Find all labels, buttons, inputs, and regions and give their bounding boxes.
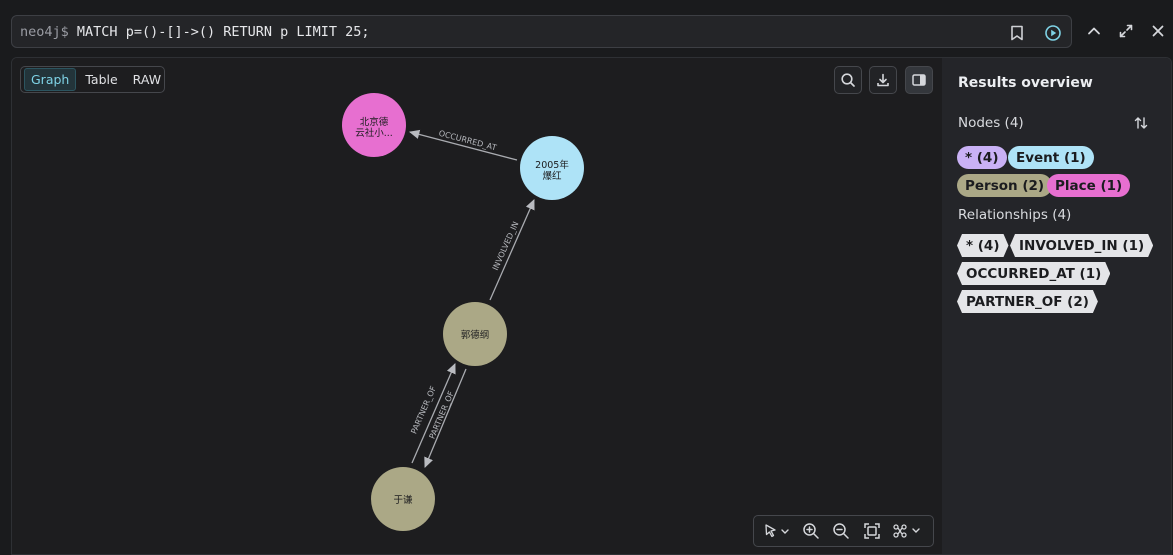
search-button[interactable]	[834, 66, 862, 94]
query-prompt: neo4j$	[20, 24, 69, 40]
rel-chip-all[interactable]: * (4)	[957, 234, 1009, 257]
node-label-line1: 2005年	[535, 159, 569, 171]
rel-label-occurred-at: OCCURRED_AT	[438, 129, 498, 153]
node-chip-person[interactable]: Person (2)	[957, 174, 1053, 197]
node-label-line2: 爆红	[542, 170, 562, 182]
node-label-line1: 北京德	[360, 116, 389, 128]
tab-graph[interactable]: Graph	[24, 68, 77, 91]
node-label-line2: 云社小...	[355, 127, 393, 139]
tab-raw[interactable]: RAW	[127, 69, 167, 90]
graph-node-place[interactable]: 北京德 云社小...	[342, 93, 406, 157]
graph-node-person[interactable]: 于谦	[371, 467, 435, 531]
view-mode-tabs: Graph Table RAW	[20, 66, 165, 93]
layout-options-button[interactable]	[890, 519, 926, 543]
node-chip-place[interactable]: Place (1)	[1047, 174, 1131, 197]
results-overview-panel: Results overview Nodes (4) * (4) Event (…	[942, 58, 1171, 554]
result-frame: OCCURRED_AT INVOLVED_IN PARTNER_OF PARTN…	[11, 57, 1172, 555]
zoom-out-button[interactable]	[828, 519, 854, 543]
cursor-icon	[765, 524, 789, 538]
close-icon[interactable]	[1147, 20, 1169, 42]
fullscreen-expand-icon[interactable]	[1115, 20, 1137, 42]
query-text[interactable]: neo4j$ MATCH p=()-[]->() RETURN p LIMIT …	[20, 24, 370, 40]
collapse-chevron-up-icon[interactable]	[1083, 20, 1105, 42]
relationships-count-label: Relationships (4)	[958, 207, 1072, 223]
graph-svg[interactable]: OCCURRED_AT INVOLVED_IN PARTNER_OF PARTN…	[12, 58, 942, 555]
node-chip-event[interactable]: Event (1)	[1008, 146, 1094, 169]
rel-chip-partner-of[interactable]: PARTNER_OF (2)	[957, 290, 1098, 313]
sidebar-panel-icon	[912, 74, 926, 86]
run-query-icon[interactable]	[1042, 22, 1064, 44]
rel-involved-in[interactable]	[489, 199, 535, 301]
tab-table[interactable]: Table	[79, 69, 123, 90]
query-editor[interactable]: neo4j$ MATCH p=()-[]->() RETURN p LIMIT …	[11, 15, 1072, 48]
panel-title: Results overview	[958, 75, 1093, 91]
graph-canvas[interactable]: OCCURRED_AT INVOLVED_IN PARTNER_OF PARTN…	[12, 58, 942, 555]
graph-toolbar	[753, 515, 934, 547]
rel-chip-involved-in[interactable]: INVOLVED_IN (1)	[1010, 234, 1153, 257]
download-button[interactable]	[869, 66, 897, 94]
node-label: 郭德纲	[461, 329, 490, 341]
select-mode-button[interactable]	[760, 519, 794, 543]
zoom-out-icon	[833, 523, 849, 539]
fit-screen-icon	[864, 523, 880, 539]
node-label: 于谦	[393, 494, 413, 506]
zoom-in-icon	[803, 523, 819, 539]
layout-icon	[893, 524, 920, 538]
sort-icon[interactable]	[1133, 115, 1151, 133]
rel-chip-occurred-at[interactable]: OCCURRED_AT (1)	[957, 262, 1110, 285]
node-chip-all[interactable]: * (4)	[957, 146, 1007, 169]
query-statement[interactable]: MATCH p=()-[]->() RETURN p LIMIT 25;	[77, 24, 370, 40]
download-icon	[877, 73, 889, 87]
nodes-count-label: Nodes (4)	[958, 115, 1024, 131]
zoom-in-button[interactable]	[798, 519, 824, 543]
graph-node-person[interactable]: 郭德纲	[443, 302, 507, 366]
search-icon	[841, 73, 855, 87]
bookmark-icon[interactable]	[1006, 22, 1028, 44]
graph-node-event[interactable]: 2005年 爆红	[520, 136, 584, 200]
toggle-panel-button[interactable]	[905, 66, 933, 94]
fit-to-screen-button[interactable]	[858, 519, 886, 543]
